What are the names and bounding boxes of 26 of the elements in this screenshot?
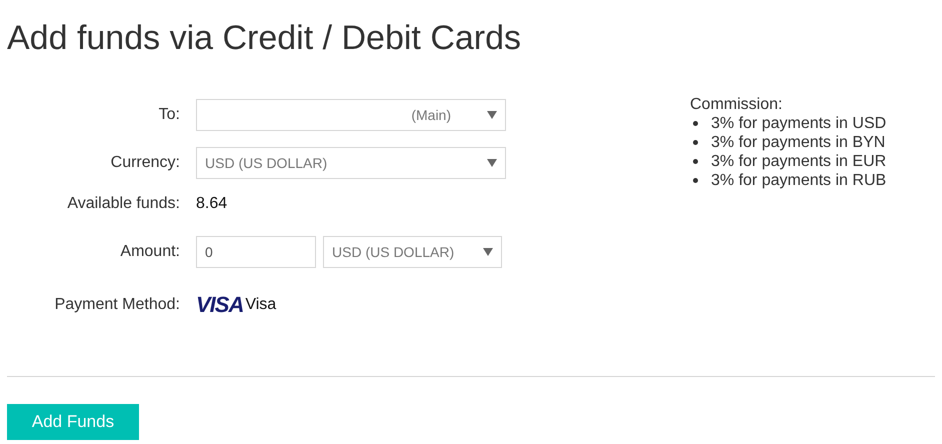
- field-label: To:: [158, 105, 181, 125]
- bullet-icon: [693, 121, 698, 126]
- caret-icon: [487, 159, 497, 167]
- bullet-icon: [693, 159, 698, 164]
- select-field[interactable]: (Main): [196, 99, 506, 131]
- commission-heading: Commission:: [690, 95, 784, 114]
- bullet-icon: [693, 140, 698, 145]
- field-label: Amount:: [119, 242, 181, 262]
- commission-item: 3% for payments in USD: [711, 114, 886, 133]
- field-label: Payment Method:: [54, 295, 181, 315]
- add-funds-button[interactable]: Add Funds: [7, 404, 139, 440]
- amount-input[interactable]: 0: [196, 236, 316, 268]
- page-title: Add funds via Credit / Debit Cards: [7, 18, 522, 55]
- select-field[interactable]: USD (US DOLLAR): [196, 147, 506, 179]
- select-field[interactable]: USD (US DOLLAR): [323, 236, 502, 268]
- commission-item: 3% for payments in EUR: [711, 152, 886, 171]
- visa-logo: VISA: [196, 294, 244, 316]
- field-label: Available funds:: [66, 194, 181, 214]
- caret-icon: [487, 111, 497, 119]
- caret-icon: [483, 248, 493, 256]
- field-label: Currency:: [110, 153, 181, 173]
- payment-method-value: Visa: [245, 295, 276, 315]
- bullet-icon: [693, 178, 698, 183]
- commission-item: 3% for payments in RUB: [711, 171, 886, 190]
- available-funds-value: 8.64: [196, 195, 228, 212]
- commission-item: 3% for payments in BYN: [711, 133, 886, 152]
